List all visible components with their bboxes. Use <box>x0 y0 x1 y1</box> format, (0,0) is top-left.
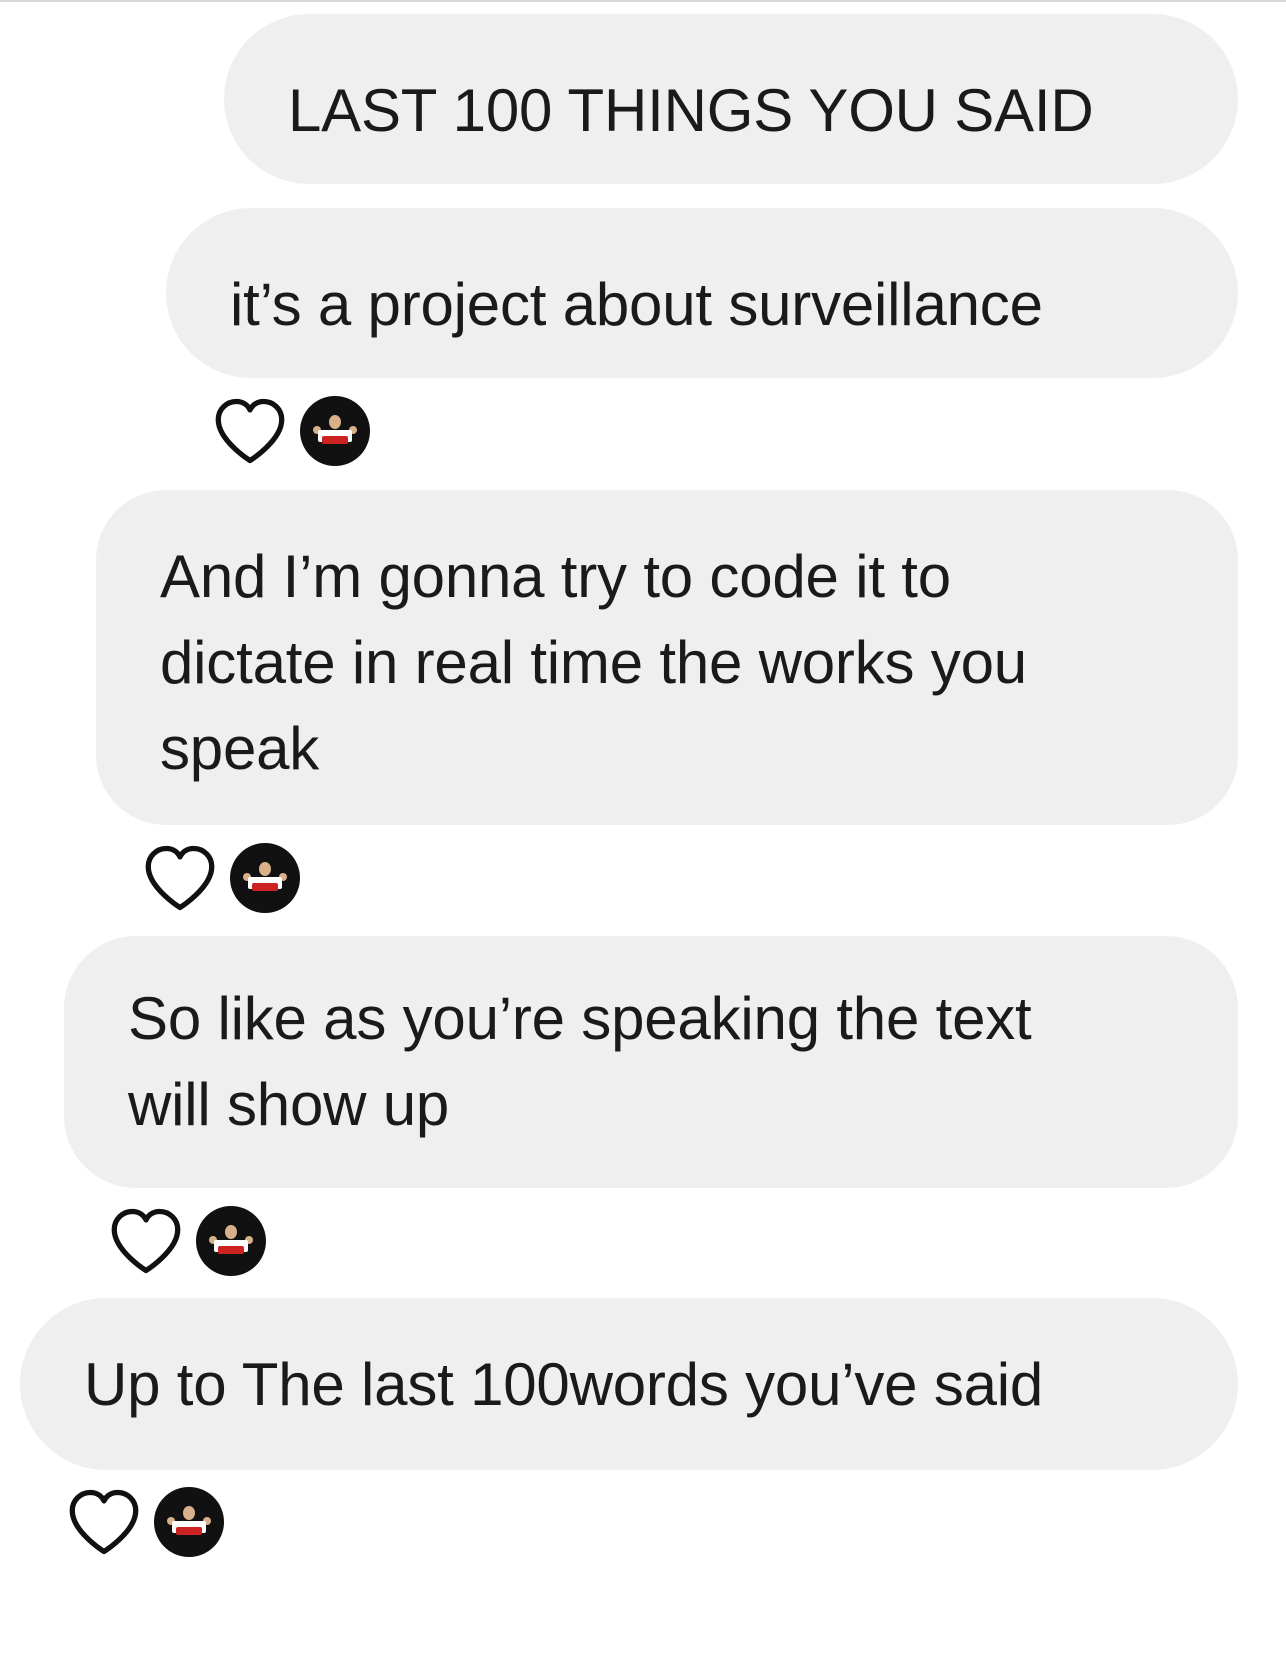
message-bubble[interactable]: And I’m gonna try to code it to dictate … <box>96 490 1238 825</box>
heart-icon[interactable] <box>142 844 218 912</box>
message-reaction[interactable] <box>108 1205 266 1277</box>
message-reaction[interactable] <box>66 1486 224 1558</box>
reactor-avatar[interactable] <box>300 396 370 466</box>
heart-icon[interactable] <box>108 1207 184 1275</box>
reactor-avatar[interactable] <box>196 1206 266 1276</box>
heart-icon[interactable] <box>66 1488 142 1556</box>
message-text: And I’m gonna try to code it to dictate … <box>160 543 1027 782</box>
reactor-avatar[interactable] <box>154 1487 224 1557</box>
heart-icon[interactable] <box>212 397 288 465</box>
message-reaction[interactable] <box>212 395 370 467</box>
message-reaction[interactable] <box>142 842 300 914</box>
message-bubble[interactable]: Up to The last 100words you’ve said <box>20 1298 1238 1470</box>
message-bubble[interactable]: So like as you’re speaking the text will… <box>64 936 1238 1188</box>
reactor-avatar[interactable] <box>230 843 300 913</box>
message-bubble[interactable]: LAST 100 THINGS YOU SAID <box>224 14 1238 184</box>
top-divider <box>0 0 1286 2</box>
message-text: Up to The last 100words you’ve said <box>84 1351 1044 1418</box>
message-text: it’s a project about surveillance <box>230 271 1043 338</box>
message-text: LAST 100 THINGS YOU SAID <box>288 77 1094 144</box>
message-text: So like as you’re speaking the text will… <box>128 985 1032 1138</box>
message-bubble[interactable]: it’s a project about surveillance <box>166 208 1238 378</box>
